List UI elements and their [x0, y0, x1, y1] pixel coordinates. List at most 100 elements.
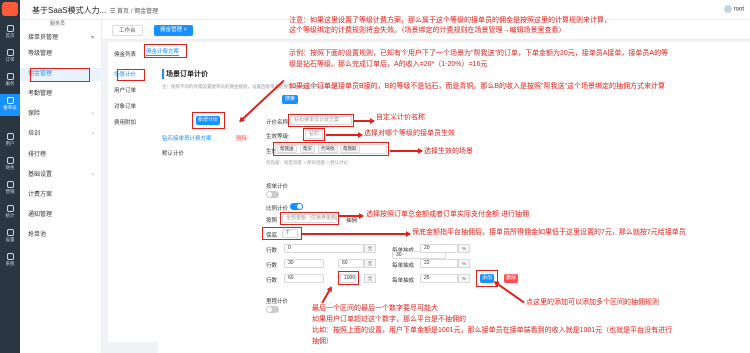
- note-level: 选择对哪个等级的接单员生效: [364, 130, 455, 137]
- note-mode: 选择按照订单总金额或者订单实际支付金额 进行抽佣: [366, 211, 529, 218]
- rail-service[interactable]: 服务: [0, 70, 20, 92]
- user-icon: [6, 133, 14, 140]
- home-icon: [6, 25, 14, 32]
- annotation-box-add: [192, 112, 225, 129]
- rail-worker[interactable]: 接单员: [0, 94, 20, 116]
- sidebar-item-billing[interactable]: 计费方案: [20, 189, 102, 202]
- annotation-arrow: [390, 148, 423, 153]
- sub-item-fee-extra[interactable]: 费用附加: [108, 116, 158, 130]
- sidebar: 服务员 接单员管理 ▾ 等级管理 佣金管理 考勤管理 保险 › 培训 › 排行榜 基础…: [20, 20, 102, 353]
- rail-finance[interactable]: 财务: [0, 154, 20, 176]
- note-scene: 选择生效的场景: [424, 148, 473, 155]
- delete-range-button[interactable]: 删除: [504, 274, 518, 283]
- note-bottom-3: 比如：按照上面的设置，用户下单金额是1001元，那么接单员在接单端看到的收入就是…: [312, 327, 673, 334]
- tab-workbench[interactable]: 工作台: [112, 25, 143, 36]
- sidebar-item-training[interactable]: 培训 ›: [20, 128, 102, 141]
- rail-stats[interactable]: 统计: [0, 202, 20, 224]
- range-start-input[interactable]: 60: [284, 274, 324, 283]
- annotation-box-name: [288, 114, 354, 127]
- annotation-arrow: [339, 213, 364, 218]
- note-floor: 保底金额指平台抽佣后，接单员所得佣金如果低于这里设置的7元，那么就按7元给接单员: [412, 229, 686, 236]
- breadcrumb-current: 佣金管理: [134, 9, 159, 15]
- chevron-down-icon: ▾: [90, 35, 94, 41]
- rail-marketing[interactable]: 营销: [0, 178, 20, 200]
- row-label: 行数: [266, 263, 278, 269]
- annotation-box-max: [338, 271, 359, 285]
- sidebar-item-ranking[interactable]: 排行榜: [20, 149, 102, 162]
- sidebar-item-basic[interactable]: 基础设置 ›: [20, 169, 102, 182]
- worker-icon: [6, 97, 14, 104]
- rail-orders[interactable]: 订单: [0, 46, 20, 68]
- chevron-right-icon: ›: [92, 172, 94, 178]
- rate-label: 每单抽成: [392, 278, 415, 284]
- rate-label: 每单抽成: [392, 263, 415, 269]
- rate-input[interactable]: 25: [420, 274, 458, 283]
- note-bottom-1: 最后一个区间的最后一个数字要尽可能大: [312, 305, 438, 312]
- annotation-arrow: [354, 118, 375, 123]
- annotation-box-mode: [280, 212, 339, 225]
- annotation-box-scene-nav: [117, 69, 145, 81]
- unit-percent: %: [458, 244, 470, 253]
- stats-icon: [6, 205, 14, 212]
- scheme-delete-link[interactable]: 删除: [236, 134, 247, 142]
- search-button[interactable]: 搜索: [282, 95, 298, 104]
- range-start-input[interactable]: 30: [284, 259, 324, 268]
- ratio-label: 比例计价: [266, 206, 289, 212]
- sidebar-item-insurance[interactable]: 保险 ›: [20, 108, 102, 121]
- avatar: [723, 5, 732, 13]
- tab-commission[interactable]: 佣金管理 ×: [154, 25, 193, 36]
- unit-yuan: 元: [364, 259, 376, 268]
- name-label: 计价名称:: [266, 120, 290, 126]
- mileage-toggle[interactable]: [266, 306, 279, 313]
- menu-toggle-icon[interactable]: ☰: [110, 9, 117, 15]
- sidebar-item-level[interactable]: 等级管理: [20, 48, 102, 61]
- annotation-box-floor: [262, 227, 302, 240]
- sidebar-item-notice[interactable]: 通知管理: [20, 209, 102, 222]
- note-bottom-2: 如果用户订单超过这个数字，那么平台是不抽佣的: [312, 316, 466, 323]
- row-label: 行数: [266, 278, 278, 284]
- panel-title: 场景订单计价: [162, 69, 208, 79]
- system-icon: [6, 253, 14, 260]
- unit-percent: %: [458, 274, 470, 283]
- close-icon[interactable]: ×: [184, 27, 187, 33]
- ratio-toggle[interactable]: [290, 203, 303, 210]
- app-logo: [2, 2, 18, 16]
- sub-item-user-order[interactable]: 用户订单: [108, 84, 158, 98]
- scheme-default-item[interactable]: 默认计价: [162, 149, 184, 157]
- order-price-toggle[interactable]: [266, 191, 279, 198]
- mode-suffix: 抽佣: [346, 218, 358, 224]
- row-label: 行数: [266, 248, 278, 254]
- annotation-box-sidebar: [30, 68, 90, 82]
- service-icon: [6, 73, 14, 80]
- range-end-input[interactable]: 60: [338, 259, 364, 268]
- breadcrumb-home[interactable]: 首页: [117, 9, 129, 15]
- gear-icon: [6, 229, 14, 236]
- rail-settings[interactable]: 设置: [0, 226, 20, 248]
- note-add-range: 点这里的添加可以添加多个区间的抽佣规则: [526, 299, 659, 306]
- app-rail: 首页 订单 服务 接单员 用户 财务 营销 统计 设置 系统: [0, 0, 20, 353]
- rate-input[interactable]: 20: [420, 244, 458, 253]
- sidebar-item-attendance[interactable]: 考勤管理: [20, 88, 102, 101]
- order-price-label: 按单计价: [266, 184, 289, 190]
- rail-user[interactable]: 用户: [0, 130, 20, 152]
- note-bottom-4: 抽佣）: [312, 338, 333, 345]
- rail-home[interactable]: 首页: [0, 22, 20, 44]
- mode-prefix: 按照: [266, 218, 278, 224]
- order-icon: [6, 49, 14, 56]
- sub-item-object-order[interactable]: 对象订单: [108, 100, 158, 114]
- annotation-box-scheme-tab: [144, 44, 187, 58]
- scheme-list-item[interactable]: 钻石接单员计费方案: [162, 134, 212, 142]
- sidebar-item-grab-pool[interactable]: 抢单池: [20, 229, 102, 242]
- rate-input[interactable]: 22: [420, 259, 458, 268]
- annotation-arrow: [302, 231, 411, 236]
- chevron-right-icon: ›: [92, 131, 94, 137]
- range-start-input[interactable]: 0: [284, 244, 364, 253]
- breadcrumb: ☰ 首页 / 佣金管理: [110, 9, 159, 15]
- rail-system[interactable]: 系统: [0, 250, 20, 272]
- unit-yuan: 元: [364, 274, 376, 283]
- sidebar-item-worker-manage[interactable]: 接单员管理 ▾: [20, 32, 102, 45]
- note-name: 自定义计价名称: [376, 114, 425, 121]
- user-menu[interactable]: root: [723, 5, 744, 13]
- app-title: 基于SaaS模式人力...: [32, 6, 107, 15]
- note-top-1: 注意：如果这里设置了等级计费方案，那么属于这个等级的接单员的佣金是按照这里的计算…: [289, 17, 611, 24]
